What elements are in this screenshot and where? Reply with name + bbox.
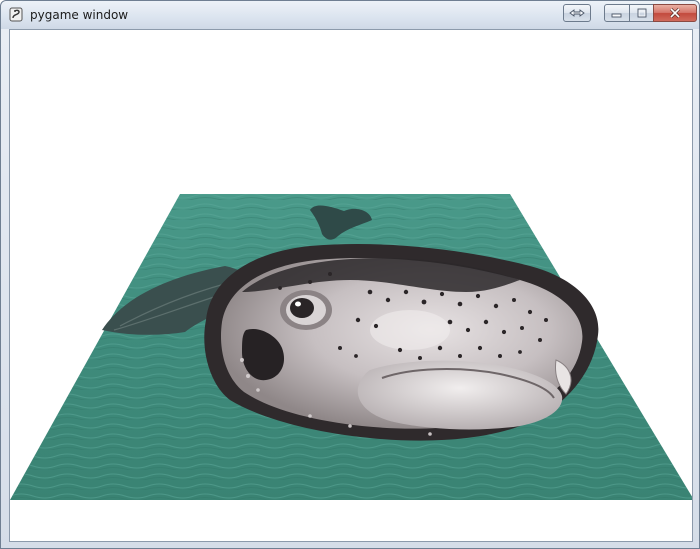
game-canvas[interactable] xyxy=(9,29,693,542)
pygame-snake-icon xyxy=(9,7,23,22)
close-icon xyxy=(669,8,681,18)
restore-button[interactable] xyxy=(563,4,591,22)
title-bar[interactable]: pygame window xyxy=(1,1,699,29)
close-button[interactable] xyxy=(653,4,697,22)
window-title: pygame window xyxy=(30,8,129,22)
maximize-icon xyxy=(637,8,646,18)
minimize-icon xyxy=(611,13,622,18)
maximize-button[interactable] xyxy=(629,4,654,22)
minimize-button[interactable] xyxy=(604,4,630,22)
rendered-scene xyxy=(10,194,692,500)
restore-icon xyxy=(569,9,585,17)
app-window: pygame window xyxy=(0,0,700,549)
